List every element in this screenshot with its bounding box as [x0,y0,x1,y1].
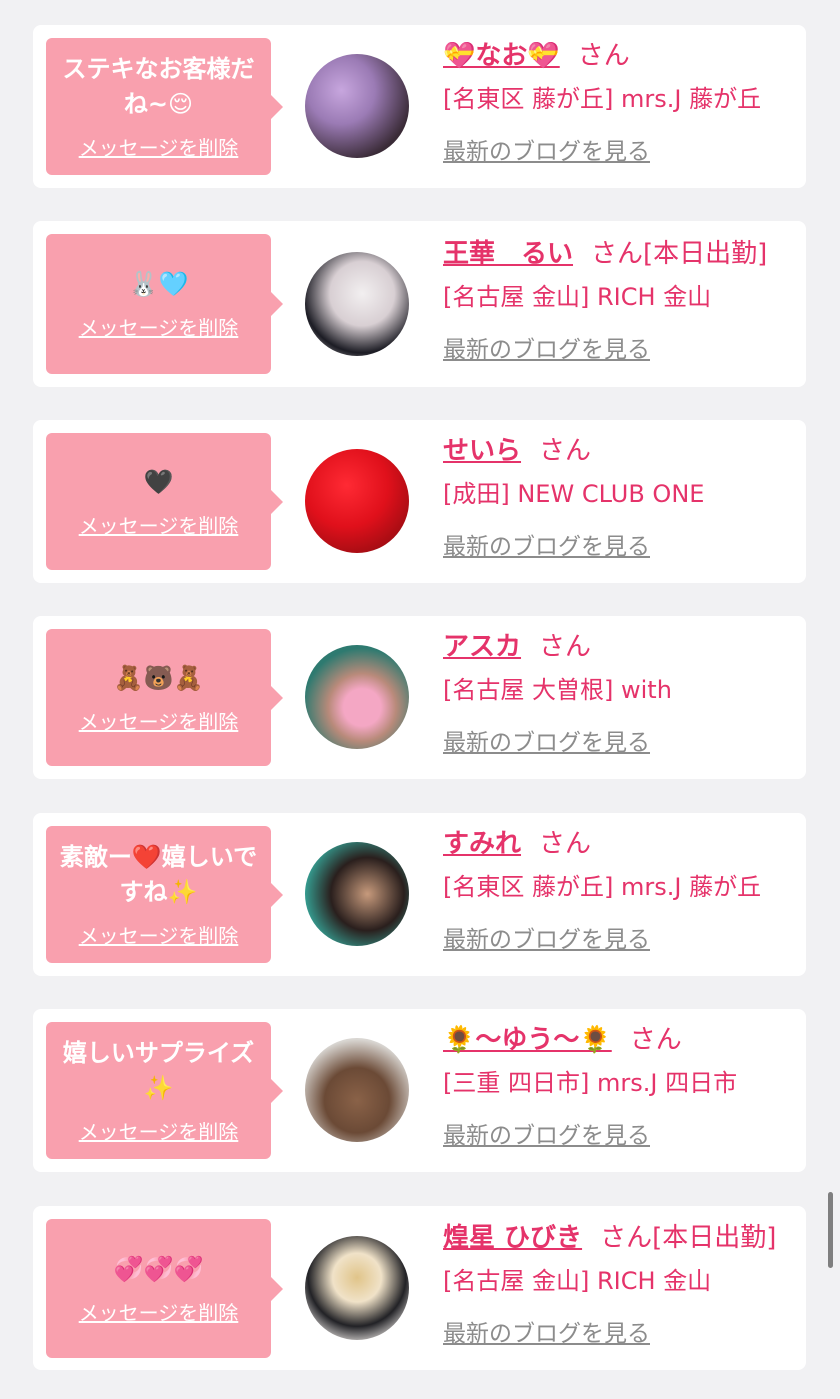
shop-label: [名古屋 金山] RICH 金山 [443,283,712,311]
delete-message-link[interactable]: メッセージを削除 [79,920,239,949]
avatar[interactable] [305,449,409,553]
delete-message-link[interactable]: メッセージを削除 [79,312,239,341]
cast-name-link[interactable]: せいら [443,436,521,466]
name-suffix: さん [629,1025,682,1055]
message-bubble: 🖤 メッセージを削除 [46,433,283,570]
delete-message-link[interactable]: メッセージを削除 [79,510,239,539]
message-text: 🐰🩵 [128,270,189,298]
message-text: 🖤 [143,467,174,496]
avatar[interactable] [305,54,409,158]
latest-blog-link[interactable]: 最新のブログを見る [443,527,803,561]
delete-message-link[interactable]: メッセージを削除 [79,706,239,735]
message-text: 素敵ー❤️嬉しいですね✨ [59,843,258,906]
cast-info: 💝なお💝 さん [名東区 藤が丘] mrs.J 藤が丘 最新のブログを見る [443,37,803,166]
cast-info: 煌星 ひびき さん[本日出勤] [名古屋 金山] RICH 金山 最新のブログを見… [443,1219,803,1348]
cast-name-link[interactable]: すみれ [443,829,521,859]
avatar[interactable] [305,645,409,749]
name-line: せいら さん [443,432,803,470]
cast-name-link[interactable]: 煌星 ひびき [443,1223,582,1253]
name-line: 💝なお💝 さん [443,37,803,75]
message-bubble: 🐰🩵 メッセージを削除 [46,234,283,374]
message-text: ステキなお客様だね~😌 [62,55,255,118]
message-bubble: 💞💞💞 メッセージを削除 [46,1219,283,1358]
cast-info: アスカ さん [名古屋 大曽根] with 最新のブログを見る [443,628,803,757]
cast-info: せいら さん [成田] NEW CLUB ONE 最新のブログを見る [443,432,803,561]
shop-label: [名東区 藤が丘] mrs.J 藤が丘 [443,873,762,901]
name-suffix: さん [539,632,592,662]
name-suffix: さん[本日出勤] [591,239,768,269]
name-line: アスカ さん [443,628,803,666]
shop-label: [三重 四日市] mrs.J 四日市 [443,1069,738,1097]
message-bubble: 🧸🐻🧸 メッセージを削除 [46,629,283,766]
name-line: すみれ さん [443,825,803,863]
message-card: 🖤 メッセージを削除 せいら さん [成田] NEW CLUB ONE 最新のブロ… [33,420,806,583]
cast-name-link[interactable]: アスカ [443,632,521,662]
name-line: 煌星 ひびき さん[本日出勤] [443,1219,803,1257]
message-card: ステキなお客様だね~😌 メッセージを削除 💝なお💝 さん [名東区 藤が丘] mr… [33,25,806,188]
message-text: 💞💞💞 [113,1254,204,1283]
message-card: 🐰🩵 メッセージを削除 王華 るい さん[本日出勤] [名古屋 金山] RICH … [33,221,806,387]
message-bubble: 嬉しいサプライズ✨ メッセージを削除 [46,1022,283,1159]
message-card: 🧸🐻🧸 メッセージを削除 アスカ さん [名古屋 大曽根] with 最新のブログ… [33,616,806,779]
cast-name-link[interactable]: 🌻〜ゆう〜🌻 [443,1025,612,1055]
cast-info: 🌻〜ゆう〜🌻 さん [三重 四日市] mrs.J 四日市 最新のブログを見る [443,1021,803,1150]
message-bubble: 素敵ー❤️嬉しいですね✨ メッセージを削除 [46,826,283,963]
latest-blog-link[interactable]: 最新のブログを見る [443,1314,803,1348]
name-line: 王華 るい さん[本日出勤] [443,235,803,273]
delete-message-link[interactable]: メッセージを削除 [79,1297,239,1326]
name-suffix: さん[本日出勤] [600,1223,777,1253]
shop-label: [名東区 藤が丘] mrs.J 藤が丘 [443,85,762,113]
latest-blog-link[interactable]: 最新のブログを見る [443,723,803,757]
message-card: 素敵ー❤️嬉しいですね✨ メッセージを削除 すみれ さん [名東区 藤が丘] mr… [33,813,806,976]
cast-info: すみれ さん [名東区 藤が丘] mrs.J 藤が丘 最新のブログを見る [443,825,803,954]
latest-blog-link[interactable]: 最新のブログを見る [443,920,803,954]
name-line: 🌻〜ゆう〜🌻 さん [443,1021,803,1059]
name-suffix: さん [539,829,592,859]
avatar[interactable] [305,842,409,946]
cast-info: 王華 るい さん[本日出勤] [名古屋 金山] RICH 金山 最新のブログを見る [443,235,803,364]
latest-blog-link[interactable]: 最新のブログを見る [443,132,803,166]
cast-name-link[interactable]: 王華 るい [443,239,573,269]
cast-name-link[interactable]: 💝なお💝 [443,41,560,71]
scrollbar[interactable] [828,1192,833,1268]
shop-label: [名古屋 大曽根] with [443,676,672,704]
name-suffix: さん [539,436,592,466]
avatar[interactable] [305,1236,409,1340]
delete-message-link[interactable]: メッセージを削除 [79,1116,239,1145]
message-card: 💞💞💞 メッセージを削除 煌星 ひびき さん[本日出勤] [名古屋 金山] RIC… [33,1206,806,1370]
latest-blog-link[interactable]: 最新のブログを見る [443,1116,803,1150]
shop-label: [成田] NEW CLUB ONE [443,480,705,508]
delete-message-link[interactable]: メッセージを削除 [79,132,239,161]
latest-blog-link[interactable]: 最新のブログを見る [443,330,803,364]
avatar[interactable] [305,1038,409,1142]
message-card: 嬉しいサプライズ✨ メッセージを削除 🌻〜ゆう〜🌻 さん [三重 四日市] mrs… [33,1009,806,1172]
avatar[interactable] [305,252,409,356]
message-text: 🧸🐻🧸 [113,663,204,692]
message-text: 嬉しいサプライズ✨ [62,1039,255,1102]
name-suffix: さん [577,41,630,71]
message-bubble: ステキなお客様だね~😌 メッセージを削除 [46,38,283,175]
shop-label: [名古屋 金山] RICH 金山 [443,1267,712,1295]
